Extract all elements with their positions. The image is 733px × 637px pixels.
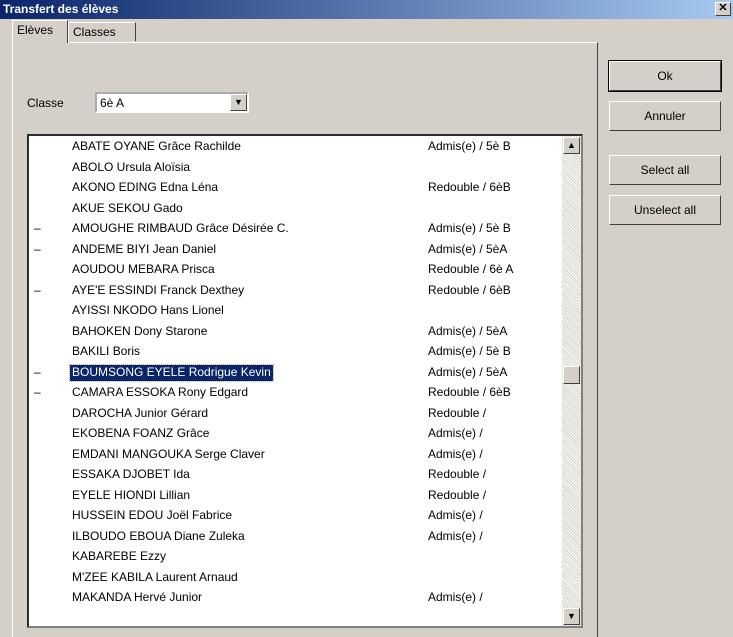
list-item[interactable]: MAKANDA Hervé Junior Admis(e) / [29, 588, 549, 607]
student-name: AKUE SEKOU Gado [72, 200, 183, 215]
student-name: BOUMSONG EYELE Rodrigue Kevin [69, 363, 274, 382]
classe-label: Classe [27, 96, 64, 110]
unselect-all-button[interactable]: Unselect all [609, 195, 721, 225]
student-status: Admis(e) / [428, 528, 483, 543]
student-name: EMDANI MANGOUKA Serge Claver [72, 446, 265, 461]
list-item[interactable]: ESSAKA DJOBET Ida Redouble / [29, 465, 549, 484]
student-name: EKOBENA FOANZ Grâce [72, 426, 210, 440]
student-status: Admis(e) / 5è B [428, 139, 511, 153]
student-name: M'ZEE KABILA Laurent Arnaud [72, 569, 238, 584]
chevron-down-icon[interactable]: ▼ [230, 94, 247, 111]
student-name: BAKILI Boris [72, 344, 141, 358]
student-status: Admis(e) / 5èA [428, 364, 508, 379]
list-item[interactable]: DAROCHA Junior Gérard Redouble / [29, 404, 549, 423]
classe-select-value: 6è A [100, 96, 125, 110]
student-status: Redouble / 6èB [428, 180, 511, 194]
student-name: ESSAKA DJOBET Ida [72, 467, 190, 481]
list-item[interactable]: M'ZEE KABILA Laurent Arnaud [29, 568, 549, 587]
student-status: Admis(e) / 5èA [428, 323, 508, 338]
student-name: ABOLO Ursula Aloïsia [72, 159, 191, 174]
list-item[interactable]: – AMOUGHE RIMBAUD Grâce Désirée C. Admis(e… [29, 219, 549, 238]
transfer-mark: – [34, 241, 41, 256]
student-status: Redouble / 6è A [428, 262, 514, 276]
list-item[interactable]: AYISSI NKODO Hans Lionel [29, 301, 549, 320]
student-name: ILBOUDO EBOUA Diane Zuleka [72, 528, 245, 543]
student-name: AYISSI NKODO Hans Lionel [72, 303, 224, 317]
scroll-up-arrow-icon[interactable]: ▲ [563, 137, 580, 154]
student-name: ANDEME BIYI Jean Daniel [72, 241, 217, 256]
cancel-button[interactable]: Annuler [609, 101, 721, 131]
student-list[interactable]: ABATE OYANE Grâce Rachilde Admis(e) / 5è … [27, 134, 583, 628]
list-item[interactable]: KABAREBE Ezzy [29, 547, 549, 566]
list-item[interactable]: – ANDEME BIYI Jean Daniel Admis(e) / 5èA [29, 240, 549, 259]
tab-classes[interactable]: Classes [68, 22, 136, 41]
student-status: Admis(e) / [428, 446, 483, 461]
student-name: AYE'E ESSINDI Franck Dexthey [72, 282, 245, 297]
list-item[interactable]: AOUDOU MEBARA Prisca Redouble / 6è A [29, 260, 549, 279]
list-item[interactable]: ILBOUDO EBOUA Diane Zuleka Admis(e) / [29, 527, 549, 546]
scrollbar-thumb[interactable] [563, 366, 580, 384]
student-status: Redouble / [428, 467, 487, 481]
list-item[interactable]: EMDANI MANGOUKA Serge Claver Admis(e) / [29, 445, 549, 464]
student-status: Redouble / 6èB [428, 282, 511, 297]
student-status: Redouble / [428, 487, 487, 502]
transfer-mark: – [34, 282, 41, 297]
student-name: AKONO EDING Edna Léna [72, 180, 219, 194]
student-status: Redouble / [428, 405, 487, 420]
transfer-mark: – [34, 364, 41, 379]
list-item[interactable]: – CAMARA ESSOKA Rony Edgard Redouble / 6èB [29, 383, 549, 402]
student-name: AOUDOU MEBARA Prisca [72, 262, 215, 276]
student-name: BAHOKEN Dony Starone [72, 323, 208, 338]
select-all-button[interactable]: Select all [609, 155, 721, 185]
list-item[interactable]: BAKILI Boris Admis(e) / 5è B [29, 342, 549, 361]
list-item[interactable]: – BOUMSONG EYELE Rodrigue Kevin Admis(e) /… [29, 363, 549, 382]
list-item[interactable]: ABATE OYANE Grâce Rachilde Admis(e) / 5è … [29, 137, 549, 156]
student-status: Admis(e) / [428, 426, 483, 440]
list-item[interactable]: HUSSEIN EDOU Joël Fabrice Admis(e) / [29, 506, 549, 525]
student-status: Admis(e) / [428, 508, 483, 522]
list-item[interactable]: EKOBENA FOANZ Grâce Admis(e) / [29, 424, 549, 443]
student-name: KABAREBE Ezzy [72, 549, 167, 563]
student-status: Redouble / 6èB [428, 385, 511, 399]
list-item[interactable]: BAHOKEN Dony Starone Admis(e) / 5èA [29, 322, 549, 341]
student-name: MAKANDA Hervé Junior [72, 590, 203, 604]
ok-button[interactable]: Ok [608, 60, 722, 92]
student-status: Admis(e) / [428, 590, 483, 604]
scroll-down-arrow-icon[interactable]: ▼ [563, 608, 580, 625]
transfer-mark: – [34, 221, 41, 235]
transfer-mark: – [34, 385, 41, 399]
title-bar: Transfert des élèves ✕ [0, 0, 733, 19]
student-name: HUSSEIN EDOU Joël Fabrice [72, 508, 233, 522]
student-name: ABATE OYANE Grâce Rachilde [72, 139, 241, 153]
student-name: DAROCHA Junior Gérard [72, 405, 209, 420]
student-status: Admis(e) / 5è B [428, 344, 511, 358]
classe-select[interactable]: 6è A ▼ [95, 92, 249, 113]
vertical-scrollbar[interactable]: ▲ ▼ [562, 136, 581, 626]
student-name: CAMARA ESSOKA Rony Edgard [72, 385, 249, 399]
window-title: Transfert des élèves [3, 2, 119, 16]
list-item[interactable]: AKUE SEKOU Gado [29, 199, 549, 218]
student-name: EYELE HIONDI Lillian [72, 487, 191, 502]
list-item[interactable]: EYELE HIONDI Lillian Redouble / [29, 486, 549, 505]
list-item[interactable]: AKONO EDING Edna Léna Redouble / 6èB [29, 178, 549, 197]
list-item[interactable]: ABOLO Ursula Aloïsia [29, 158, 549, 177]
list-item[interactable]: – AYE'E ESSINDI Franck Dexthey Redouble / … [29, 281, 549, 300]
student-status: Admis(e) / 5è B [428, 221, 511, 235]
student-name: AMOUGHE RIMBAUD Grâce Désirée C. [72, 221, 289, 235]
close-icon[interactable]: ✕ [715, 2, 731, 16]
tab-eleves[interactable]: Elèves [12, 20, 68, 43]
student-status: Admis(e) / 5èA [428, 241, 508, 256]
